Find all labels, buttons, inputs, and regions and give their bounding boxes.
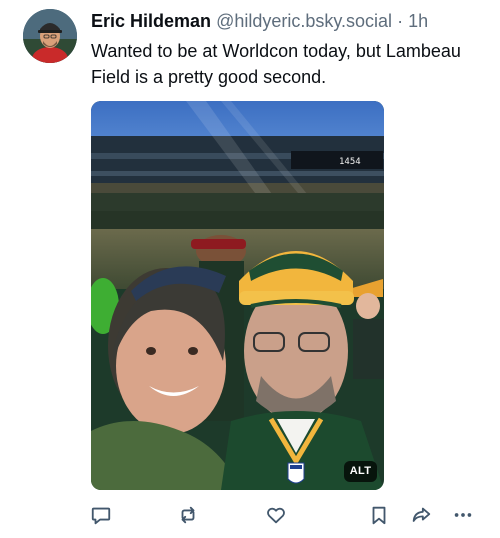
separator: · <box>397 11 404 31</box>
post-header: Eric Hildeman @hildyeric.bsky.social · 1… <box>91 9 428 33</box>
author-handle[interactable]: @hildyeric.bsky.social <box>216 11 392 31</box>
alt-text-button[interactable]: ALT <box>344 461 377 482</box>
like-button[interactable] <box>263 502 289 528</box>
more-icon <box>454 513 472 517</box>
share-button[interactable] <box>408 502 434 528</box>
post-actions <box>88 502 478 528</box>
scoreboard-text: 1454 <box>339 157 361 167</box>
avatar[interactable] <box>23 9 77 63</box>
share-icon <box>412 507 431 522</box>
post-time[interactable]: 1h <box>408 11 428 31</box>
post-image[interactable]: 1454 ALT <box>91 101 384 490</box>
repost-button[interactable] <box>175 502 201 528</box>
avatar-image <box>23 9 77 63</box>
like-icon <box>267 507 285 524</box>
post-text: Wanted to be at Worldcon today, but Lamb… <box>91 41 461 87</box>
bookmark-button[interactable] <box>366 502 392 528</box>
photo-stadium-selfie: 1454 <box>91 101 384 490</box>
post: Eric Hildeman @hildyeric.bsky.social · 1… <box>0 0 500 538</box>
reply-icon <box>91 507 111 525</box>
bookmark-icon <box>372 506 386 525</box>
reply-button[interactable] <box>88 502 114 528</box>
more-options-button[interactable] <box>450 502 476 528</box>
author-name[interactable]: Eric Hildeman <box>91 11 211 31</box>
repost-icon <box>181 506 195 524</box>
